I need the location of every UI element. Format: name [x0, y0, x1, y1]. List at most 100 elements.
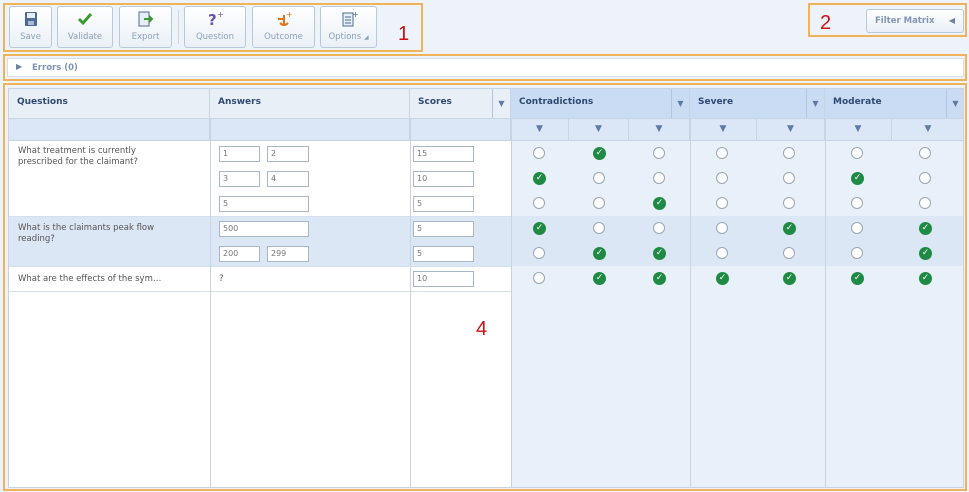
answer-field[interactable]: 2: [267, 146, 309, 162]
column-divider: [690, 119, 691, 487]
answer-field[interactable]: 4: [267, 171, 309, 187]
unchecked-outcome-radio[interactable]: [533, 247, 545, 259]
score-field[interactable]: 5: [413, 196, 474, 212]
svg-text:+: +: [286, 10, 293, 19]
export-label: Export: [131, 32, 160, 42]
checked-outcome-icon[interactable]: ✓: [783, 222, 796, 235]
export-icon: [138, 11, 153, 27]
questions-column-header[interactable]: Questions: [9, 89, 210, 119]
outcome-subheader-4[interactable]: ▼: [690, 119, 757, 141]
row-separator: [9, 216, 511, 217]
unchecked-outcome-radio[interactable]: [716, 197, 728, 209]
row-separator: [9, 291, 511, 292]
answer-field[interactable]: 1: [219, 146, 260, 162]
score-field[interactable]: 5: [413, 221, 474, 237]
errors-label: Errors (0): [32, 63, 78, 73]
checked-outcome-icon[interactable]: ✓: [533, 222, 546, 235]
checked-outcome-icon[interactable]: ✓: [593, 272, 606, 285]
score-field[interactable]: 10: [413, 271, 474, 287]
checked-outcome-icon[interactable]: ✓: [919, 222, 932, 235]
severe-dropdown-icon[interactable]: ▼: [806, 89, 824, 118]
scores-dropdown-icon[interactable]: ▼: [492, 89, 510, 118]
unchecked-outcome-radio[interactable]: [653, 222, 665, 234]
outcome-subheader-6[interactable]: ▼: [825, 119, 892, 141]
checked-outcome-icon[interactable]: ✓: [783, 272, 796, 285]
checked-outcome-icon[interactable]: ✓: [533, 172, 546, 185]
unchecked-outcome-radio[interactable]: [783, 247, 795, 259]
checked-outcome-icon[interactable]: ✓: [653, 272, 666, 285]
unchecked-outcome-radio[interactable]: [533, 197, 545, 209]
question-button[interactable]: ? + Question: [184, 6, 246, 48]
unchecked-outcome-radio[interactable]: [533, 147, 545, 159]
errors-panel[interactable]: ▶ Errors (0): [7, 58, 964, 77]
question-text[interactable]: What are the effects of the sym…: [18, 274, 203, 285]
dropdown-arrow-icon: ◢: [363, 34, 369, 41]
checked-outcome-icon[interactable]: ✓: [851, 272, 864, 285]
unchecked-outcome-radio[interactable]: [716, 247, 728, 259]
column-divider: [825, 119, 826, 487]
contradictions-column-header[interactable]: Contradictions ▼: [511, 89, 690, 119]
outcome-subheader-2[interactable]: ▼: [569, 119, 629, 141]
unchecked-outcome-radio[interactable]: [716, 147, 728, 159]
save-button[interactable]: Save: [9, 6, 52, 48]
unchecked-outcome-radio[interactable]: [653, 147, 665, 159]
outcome-subheader-7[interactable]: ▼: [892, 119, 963, 141]
checked-outcome-icon[interactable]: ✓: [851, 172, 864, 185]
export-button[interactable]: Export: [119, 6, 172, 48]
answers-column-header[interactable]: Answers: [210, 89, 410, 119]
save-icon: [24, 12, 37, 26]
validate-button[interactable]: Validate: [57, 6, 113, 48]
answer-value: ?: [219, 274, 224, 284]
unchecked-outcome-radio[interactable]: [716, 172, 728, 184]
outcome-label: Outcome: [264, 32, 303, 42]
moderate-column-header[interactable]: Moderate ▼: [825, 89, 963, 119]
unchecked-outcome-radio[interactable]: [919, 197, 931, 209]
filter-matrix-button[interactable]: Filter Matrix ◀: [866, 9, 964, 33]
unchecked-outcome-radio[interactable]: [783, 172, 795, 184]
score-field[interactable]: 10: [413, 171, 474, 187]
unchecked-outcome-radio[interactable]: [593, 172, 605, 184]
answer-field[interactable]: 5: [219, 196, 309, 212]
unchecked-outcome-radio[interactable]: [851, 147, 863, 159]
unchecked-outcome-radio[interactable]: [851, 247, 863, 259]
question-text[interactable]: What is the claimants peak flow reading?: [18, 223, 168, 245]
checked-outcome-icon[interactable]: ✓: [919, 247, 932, 260]
moderate-dropdown-icon[interactable]: ▼: [946, 89, 963, 118]
answer-field[interactable]: 500: [219, 221, 309, 237]
checked-outcome-icon[interactable]: ✓: [919, 272, 932, 285]
unchecked-outcome-radio[interactable]: [851, 222, 863, 234]
outcome-subheader-1[interactable]: ▼: [511, 119, 569, 141]
question-text[interactable]: What treatment is currently prescribed f…: [18, 146, 168, 168]
answer-field[interactable]: 3: [219, 171, 260, 187]
answer-field[interactable]: 299: [267, 246, 309, 262]
contradictions-dropdown-icon[interactable]: ▼: [671, 89, 689, 118]
scores-column-header[interactable]: Scores ▼: [410, 89, 511, 119]
checked-outcome-icon[interactable]: ✓: [593, 247, 606, 260]
outcome-subheader-3[interactable]: ▼: [629, 119, 690, 141]
unchecked-outcome-radio[interactable]: [593, 222, 605, 234]
unchecked-outcome-radio[interactable]: [851, 197, 863, 209]
unchecked-outcome-radio[interactable]: [653, 172, 665, 184]
unchecked-outcome-radio[interactable]: [919, 172, 931, 184]
unchecked-outcome-radio[interactable]: [783, 197, 795, 209]
severe-column-header[interactable]: Severe ▼: [690, 89, 825, 119]
checked-outcome-icon[interactable]: ✓: [593, 147, 606, 160]
question-matrix-grid: Questions Answers Scores ▼ Contradictions…: [8, 88, 964, 488]
unchecked-outcome-radio[interactable]: [919, 147, 931, 159]
outcome-button[interactable]: + Outcome: [252, 6, 315, 48]
score-field[interactable]: 15: [413, 146, 474, 162]
outcome-subheader-5[interactable]: ▼: [757, 119, 825, 141]
answer-field[interactable]: 200: [219, 246, 260, 262]
checked-outcome-icon[interactable]: ✓: [653, 247, 666, 260]
unchecked-outcome-radio[interactable]: [783, 147, 795, 159]
unchecked-outcome-radio[interactable]: [593, 197, 605, 209]
score-field[interactable]: 5: [413, 246, 474, 262]
matrix-area: [511, 119, 963, 487]
expand-arrow-icon[interactable]: ▶: [16, 62, 22, 71]
unchecked-outcome-radio[interactable]: [533, 272, 545, 284]
options-button[interactable]: + Options ◢: [320, 6, 377, 48]
checked-outcome-icon[interactable]: ✓: [716, 272, 729, 285]
question-label: Question: [195, 32, 235, 42]
checked-outcome-icon[interactable]: ✓: [653, 197, 666, 210]
unchecked-outcome-radio[interactable]: [716, 222, 728, 234]
